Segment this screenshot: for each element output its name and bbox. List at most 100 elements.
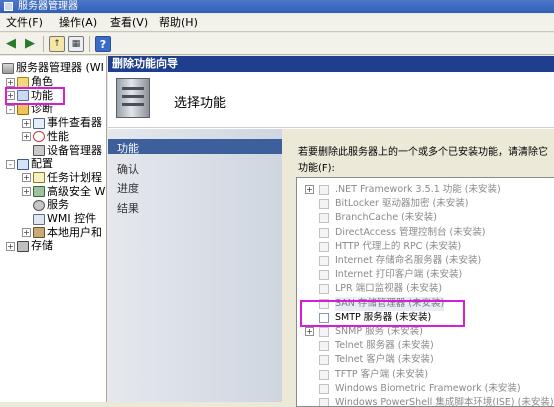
tree-node-task-scheduler[interactable]: + 任务计划程: [22, 171, 102, 185]
feature-row[interactable]: SAN 存储管理器 (未安装): [297, 296, 554, 311]
forward-arrow-icon[interactable]: ▶: [22, 36, 38, 52]
feature-checkbox[interactable]: [319, 270, 329, 281]
step-progress[interactable]: 进度: [117, 180, 139, 196]
feature-row[interactable]: Telnet 服务器 (未安装): [297, 339, 554, 353]
feature-row[interactable]: Internet 打印客户端 (未安装): [297, 268, 554, 282]
configuration-icon: [17, 158, 29, 170]
menu-action[interactable]: 操作(A): [59, 14, 97, 32]
feature-checkbox[interactable]: [319, 256, 329, 266]
feature-checkbox[interactable]: [319, 383, 329, 394]
feature-label: Internet 存储命名服务器 (未安装): [335, 255, 482, 266]
feature-label: SAN 存储管理器 (未安装): [335, 296, 445, 311]
feature-checkbox[interactable]: [319, 312, 329, 323]
server-manager-icon: [2, 62, 14, 74]
up-folder-icon[interactable]: ↑: [49, 36, 65, 52]
feature-row[interactable]: BranchCache (未安装): [297, 211, 554, 225]
feature-checkbox[interactable]: [319, 284, 329, 295]
tree-node-label: 存储: [31, 239, 53, 253]
tree-node-firewall[interactable]: + 高级安全 W: [22, 185, 105, 199]
feature-row[interactable]: Internet 存储命名服务器 (未安装): [297, 254, 554, 268]
tree-node-label: 性能: [47, 129, 69, 143]
tree-node-wmi[interactable]: WMI 控件: [22, 212, 96, 226]
tree-node-performance[interactable]: + 性能: [22, 130, 69, 144]
performance-icon: [33, 131, 45, 143]
feature-checkbox[interactable]: [319, 185, 329, 195]
back-arrow-icon[interactable]: ◀: [3, 36, 19, 52]
menu-file[interactable]: 文件(F): [6, 14, 43, 32]
tree-node-storage[interactable]: + 存储: [6, 239, 53, 253]
task-scheduler-icon: [33, 172, 45, 184]
toolbar-separator: [43, 36, 44, 52]
services-icon: [33, 199, 45, 211]
tree-node-configuration[interactable]: - 配置: [6, 157, 53, 171]
feature-row[interactable]: LPR 端口监视器 (未安装): [297, 282, 554, 296]
feature-row[interactable]: DirectAccess 管理控制台 (未安装): [297, 226, 554, 240]
window-title-bar: 服务器管理器: [0, 0, 554, 13]
feature-checkbox[interactable]: [319, 199, 329, 210]
local-users-icon: [33, 227, 45, 239]
tree-node-event-viewer[interactable]: + 事件查看器: [22, 116, 102, 130]
expand-icon[interactable]: +: [22, 187, 31, 197]
feature-row[interactable]: + .NET Framework 3.5.1 功能 (未安装): [297, 183, 554, 197]
step-results[interactable]: 结果: [117, 200, 139, 216]
diagnostics-icon: [17, 103, 29, 115]
feature-checkbox[interactable]: [319, 355, 329, 366]
expand-icon[interactable]: +: [22, 118, 31, 128]
features-list[interactable]: + .NET Framework 3.5.1 功能 (未安装) BitLocker …: [296, 177, 554, 407]
features-label: 功能(F):: [298, 163, 335, 174]
expand-icon[interactable]: +: [22, 132, 31, 142]
tree-node-services[interactable]: 服务: [22, 198, 69, 212]
feature-label: Internet 打印客户端 (未安装): [335, 269, 463, 281]
feature-checkbox[interactable]: [319, 241, 329, 252]
expand-icon[interactable]: +: [22, 228, 31, 238]
tree-node-local-users[interactable]: + 本地用户和: [22, 226, 102, 240]
menu-view[interactable]: 查看(V): [110, 14, 148, 32]
step-features[interactable]: 功能: [117, 140, 139, 156]
feature-label: DirectAccess 管理控制台 (未安装): [335, 226, 486, 238]
feature-row[interactable]: BitLocker 驱动器加密 (未安装): [297, 197, 554, 211]
help-icon[interactable]: ?: [95, 36, 111, 52]
storage-icon: [17, 240, 29, 252]
features-icon: [17, 90, 29, 102]
feature-label: .NET Framework 3.5.1 功能 (未安装): [335, 184, 501, 195]
feature-checkbox[interactable]: [319, 327, 329, 337]
feature-row[interactable]: + SNMP 服务 (未安装): [297, 325, 554, 339]
tree-node-roles[interactable]: + 角色: [6, 75, 53, 89]
menu-help[interactable]: 帮助(H): [159, 14, 198, 32]
tree-node-diagnostics[interactable]: - 诊断: [6, 102, 53, 116]
tree-root-server-manager[interactable]: 服务器管理器 (WI: [2, 61, 104, 75]
collapse-icon[interactable]: -: [6, 104, 15, 114]
expand-icon[interactable]: +: [305, 185, 314, 194]
feature-checkbox[interactable]: [319, 298, 329, 309]
wizard-area: 删除功能向导 选择功能 功能 确认 进度 结果 若要删除此服务器上的一个或多个已…: [108, 56, 554, 407]
expand-icon[interactable]: +: [6, 77, 15, 87]
feature-row[interactable]: HTTP 代理上的 RPC (未安装): [297, 240, 554, 254]
show-hide-tree-icon[interactable]: ▦: [68, 36, 84, 52]
firewall-icon: [33, 186, 45, 198]
wizard-content: 若要删除此服务器上的一个或多个已安装功能，请清除它 功能(F): + .NET F…: [282, 129, 554, 407]
feature-row[interactable]: Telnet 客户端 (未安装): [297, 353, 554, 367]
feature-label: Telnet 客户端 (未安装): [335, 354, 434, 366]
expand-icon[interactable]: +: [6, 91, 15, 101]
tree-node-label: 设备管理器: [47, 143, 102, 157]
expand-icon[interactable]: +: [6, 241, 15, 251]
wizard-title-bar: 删除功能向导: [108, 56, 554, 72]
feature-checkbox[interactable]: [319, 213, 329, 224]
step-confirm[interactable]: 确认: [117, 161, 139, 177]
feature-checkbox[interactable]: [319, 398, 329, 406]
feature-checkbox[interactable]: [319, 341, 329, 352]
feature-checkbox[interactable]: [319, 369, 329, 380]
feature-row[interactable]: SMTP 服务器 (未安装): [297, 311, 554, 325]
toolbar-separator: [89, 36, 90, 52]
collapse-icon[interactable]: -: [6, 159, 15, 169]
tree-node-label: 诊断: [31, 102, 53, 116]
tree-node-device-manager[interactable]: 设备管理器: [22, 144, 102, 158]
tree-node-label: 本地用户和: [47, 225, 102, 239]
feature-row[interactable]: Windows Biometric Framework (未安装): [297, 382, 554, 396]
expand-icon[interactable]: +: [22, 173, 31, 183]
expand-icon[interactable]: +: [305, 327, 314, 336]
event-viewer-icon: [33, 117, 45, 129]
feature-row[interactable]: TFTP 客户端 (未安装): [297, 368, 554, 382]
tree-node-features[interactable]: + 功能: [6, 89, 53, 103]
feature-checkbox[interactable]: [319, 227, 329, 238]
